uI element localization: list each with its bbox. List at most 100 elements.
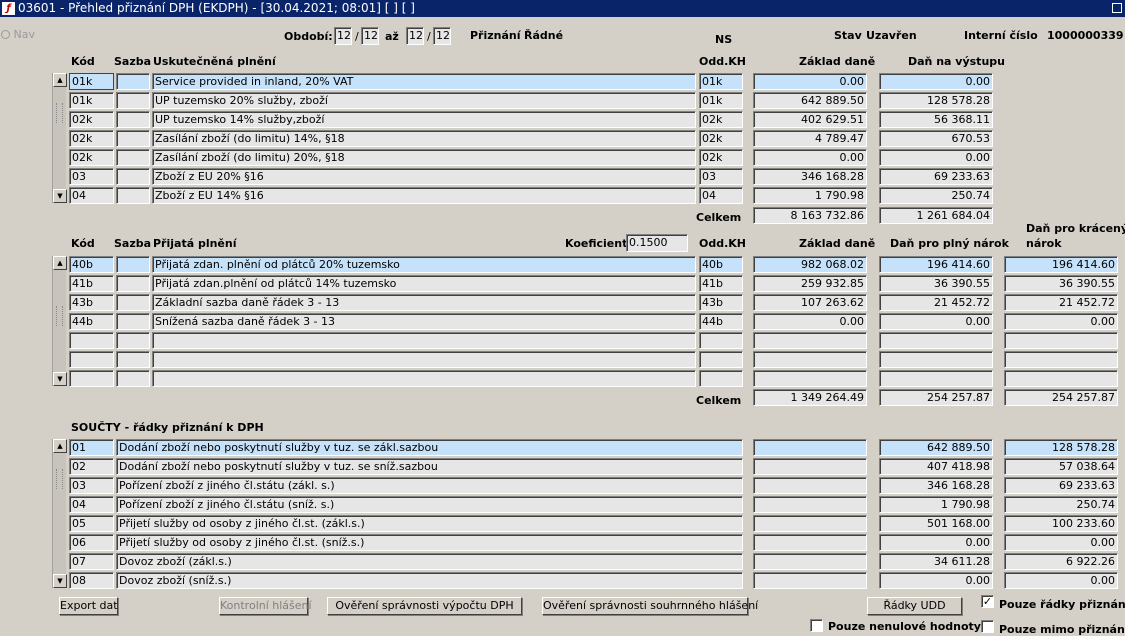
s2-sazba-cell[interactable] [116, 294, 150, 311]
s2-desc-cell[interactable]: Přijatá zdan.plnění od plátců 14% tuzems… [152, 275, 696, 292]
s1-sazba-cell[interactable] [116, 73, 150, 90]
scroll-down-icon[interactable]: ▼ [53, 372, 67, 386]
s2-desc-cell[interactable]: Snížená sazba daně řádek 3 - 13 [152, 313, 696, 330]
s2-sazba-cell[interactable] [116, 370, 150, 387]
s2-kod-cell[interactable] [69, 351, 114, 368]
scroll-up-icon[interactable]: ▲ [53, 439, 67, 453]
s3-kod-cell[interactable]: 06 [69, 534, 114, 551]
s1-dan-cell[interactable]: 0.00 [879, 73, 993, 90]
s2-desc-cell[interactable]: Základní sazba daně řádek 3 - 13 [152, 294, 696, 311]
s3-col3-cell[interactable]: 250.74 [1004, 496, 1118, 513]
s3-kod-cell[interactable]: 03 [69, 477, 114, 494]
s1-desc-cell[interactable]: Zasílání zboží (do limitu) 14%, §18 [152, 130, 696, 147]
scroll-down-icon[interactable]: ▼ [53, 574, 67, 588]
s2-kod-cell[interactable]: 43b [69, 294, 114, 311]
scroll-grip[interactable] [56, 103, 63, 123]
s1-oddkh-cell[interactable]: 02k [699, 111, 743, 128]
obdobi-to-month[interactable]: 12 [406, 27, 424, 45]
overeni-souhrnneho-hlaseni-button[interactable]: Ověření správnosti souhrnného hlášení [542, 597, 758, 615]
s1-kod-cell[interactable]: 01k [69, 73, 114, 90]
s3-col3-cell[interactable]: 100 233.60 [1004, 515, 1118, 532]
s1-zaklad-cell[interactable]: 346 168.28 [753, 168, 867, 185]
s3-scrollbar[interactable]: ▲ ▼ [52, 439, 67, 588]
s3-col3-cell[interactable]: 69 233.63 [1004, 477, 1118, 494]
s1-scrollbar[interactable]: ▲ ▼ [52, 73, 67, 203]
s3-col2-cell[interactable]: 642 889.50 [879, 439, 993, 456]
s1-kod-cell[interactable]: 02k [69, 149, 114, 166]
s2-desc-cell[interactable]: Přijatá zdan. plnění od plátců 20% tuzem… [152, 256, 696, 273]
s2-desc-cell[interactable] [152, 370, 696, 387]
s1-kod-cell[interactable]: 02k [69, 111, 114, 128]
s1-desc-cell[interactable]: UP tuzemsko 20% služby, zboží [152, 92, 696, 109]
s1-oddkh-cell[interactable]: 03 [699, 168, 743, 185]
s2-dan-kraceny-cell[interactable]: 21 452.72 [1004, 294, 1118, 311]
s2-dan-kraceny-cell[interactable]: 0.00 [1004, 313, 1118, 330]
s2-zaklad-cell[interactable] [753, 332, 867, 349]
s2-kod-cell[interactable] [69, 370, 114, 387]
s2-dan-plny-cell[interactable]: 36 390.55 [879, 275, 993, 292]
s3-col3-cell[interactable]: 6 922.26 [1004, 553, 1118, 570]
s3-kod-cell[interactable]: 08 [69, 572, 114, 589]
s1-sazba-cell[interactable] [116, 111, 150, 128]
s1-dan-cell[interactable]: 0.00 [879, 149, 993, 166]
s2-scrollbar[interactable]: ▲ ▼ [52, 256, 67, 386]
s1-dan-cell[interactable]: 69 233.63 [879, 168, 993, 185]
s3-desc-cell[interactable]: Pořízení zboží z jiného čl.státu (zákl. … [116, 477, 743, 494]
s3-kod-cell[interactable]: 04 [69, 496, 114, 513]
s2-oddkh-cell[interactable]: 40b [699, 256, 743, 273]
s1-zaklad-cell[interactable]: 642 889.50 [753, 92, 867, 109]
s2-sazba-cell[interactable] [116, 351, 150, 368]
s3-kod-cell[interactable]: 02 [69, 458, 114, 475]
s1-oddkh-cell[interactable]: 01k [699, 92, 743, 109]
s1-oddkh-cell[interactable]: 04 [699, 187, 743, 204]
s1-dan-cell[interactable]: 128 578.28 [879, 92, 993, 109]
s1-desc-cell[interactable]: Service provided in inland, 20% VAT [152, 73, 696, 90]
s1-kod-cell[interactable]: 03 [69, 168, 114, 185]
s2-dan-plny-cell[interactable] [879, 370, 993, 387]
s2-oddkh-cell[interactable]: 41b [699, 275, 743, 292]
s2-dan-kraceny-cell[interactable]: 36 390.55 [1004, 275, 1118, 292]
scroll-grip[interactable] [56, 469, 63, 489]
s1-dan-cell[interactable]: 250.74 [879, 187, 993, 204]
s2-oddkh-cell[interactable]: 43b [699, 294, 743, 311]
s3-col2-cell[interactable]: 34 611.28 [879, 553, 993, 570]
s2-zaklad-cell[interactable]: 0.00 [753, 313, 867, 330]
s2-oddkh-cell[interactable] [699, 370, 743, 387]
s1-dan-cell[interactable]: 670.53 [879, 130, 993, 147]
s3-col1-cell[interactable] [753, 553, 867, 570]
s3-desc-cell[interactable]: Dovoz zboží (zákl.s.) [116, 553, 743, 570]
s2-dan-plny-cell[interactable]: 0.00 [879, 313, 993, 330]
s3-col1-cell[interactable] [753, 477, 867, 494]
s1-desc-cell[interactable]: Zboží z EU 14% §16 [152, 187, 696, 204]
s1-sazba-cell[interactable] [116, 149, 150, 166]
s3-col1-cell[interactable] [753, 496, 867, 513]
s2-zaklad-cell[interactable]: 107 263.62 [753, 294, 867, 311]
s2-desc-cell[interactable] [152, 351, 696, 368]
s3-col2-cell[interactable]: 407 418.98 [879, 458, 993, 475]
s3-col3-cell[interactable]: 57 038.64 [1004, 458, 1118, 475]
s1-desc-cell[interactable]: UP tuzemsko 14% služby,zboží [152, 111, 696, 128]
s1-oddkh-cell[interactable]: 02k [699, 149, 743, 166]
s3-desc-cell[interactable]: Přijetí služby od osoby z jiného čl.st. … [116, 515, 743, 532]
s3-col1-cell[interactable] [753, 515, 867, 532]
s2-desc-cell[interactable] [152, 332, 696, 349]
s2-dan-kraceny-cell[interactable] [1004, 332, 1118, 349]
s2-dan-plny-cell[interactable] [879, 332, 993, 349]
s3-kod-cell[interactable]: 01 [69, 439, 114, 456]
s2-oddkh-cell[interactable] [699, 351, 743, 368]
s3-desc-cell[interactable]: Dovoz zboží (sníž.s.) [116, 572, 743, 589]
s1-sazba-cell[interactable] [116, 187, 150, 204]
s2-zaklad-cell[interactable]: 982 068.02 [753, 256, 867, 273]
kontrolni-hlaseni-button[interactable]: Kontrolní hlášení [219, 597, 312, 615]
s2-zaklad-cell[interactable] [753, 351, 867, 368]
s3-kod-cell[interactable]: 07 [69, 553, 114, 570]
obdobi-from-year[interactable]: 12 [361, 27, 379, 45]
s3-col2-cell[interactable]: 1 790.98 [879, 496, 993, 513]
s3-col1-cell[interactable] [753, 534, 867, 551]
s3-col2-cell[interactable]: 346 168.28 [879, 477, 993, 494]
s2-kod-cell[interactable] [69, 332, 114, 349]
s3-desc-cell[interactable]: Přijetí služby od osoby z jiného čl.st. … [116, 534, 743, 551]
s1-zaklad-cell[interactable]: 0.00 [753, 149, 867, 166]
s1-kod-cell[interactable]: 04 [69, 187, 114, 204]
s2-dan-kraceny-cell[interactable] [1004, 370, 1118, 387]
